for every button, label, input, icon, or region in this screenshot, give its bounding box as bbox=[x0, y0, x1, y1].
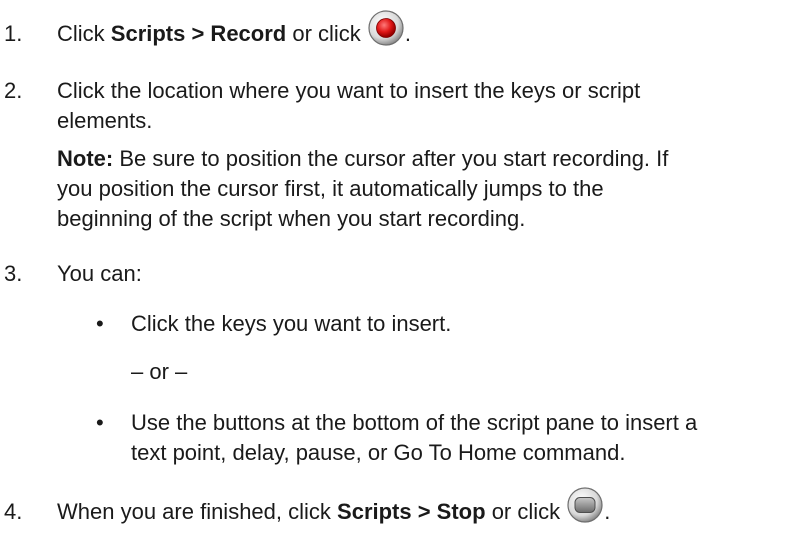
step-number: 2. bbox=[4, 78, 23, 103]
step-number: 4. bbox=[4, 499, 23, 524]
step-text: When you are finished, click Scripts > S… bbox=[57, 487, 610, 526]
step-number: 3. bbox=[4, 261, 23, 286]
note: Note: Be sure to position the cursor aft… bbox=[57, 146, 669, 231]
step-number: 1. bbox=[4, 21, 23, 46]
stop-icon[interactable] bbox=[566, 486, 604, 524]
record-icon[interactable] bbox=[367, 9, 405, 47]
menu-path: Scripts > Record bbox=[110, 21, 287, 46]
menu-path: Scripts > Stop bbox=[337, 499, 486, 524]
step-text: Click Scripts > Record or click . bbox=[57, 10, 411, 48]
note-label: Note: bbox=[57, 146, 114, 171]
step-text: Click the location where you want to ins… bbox=[57, 78, 641, 133]
step-text: You can: bbox=[57, 261, 142, 286]
bullet: • bbox=[96, 410, 104, 435]
option-text: Use the buttons at the bottom of the scr… bbox=[131, 410, 698, 465]
bullet: • bbox=[96, 311, 104, 336]
option-text: Click the keys you want to insert. bbox=[131, 311, 452, 336]
